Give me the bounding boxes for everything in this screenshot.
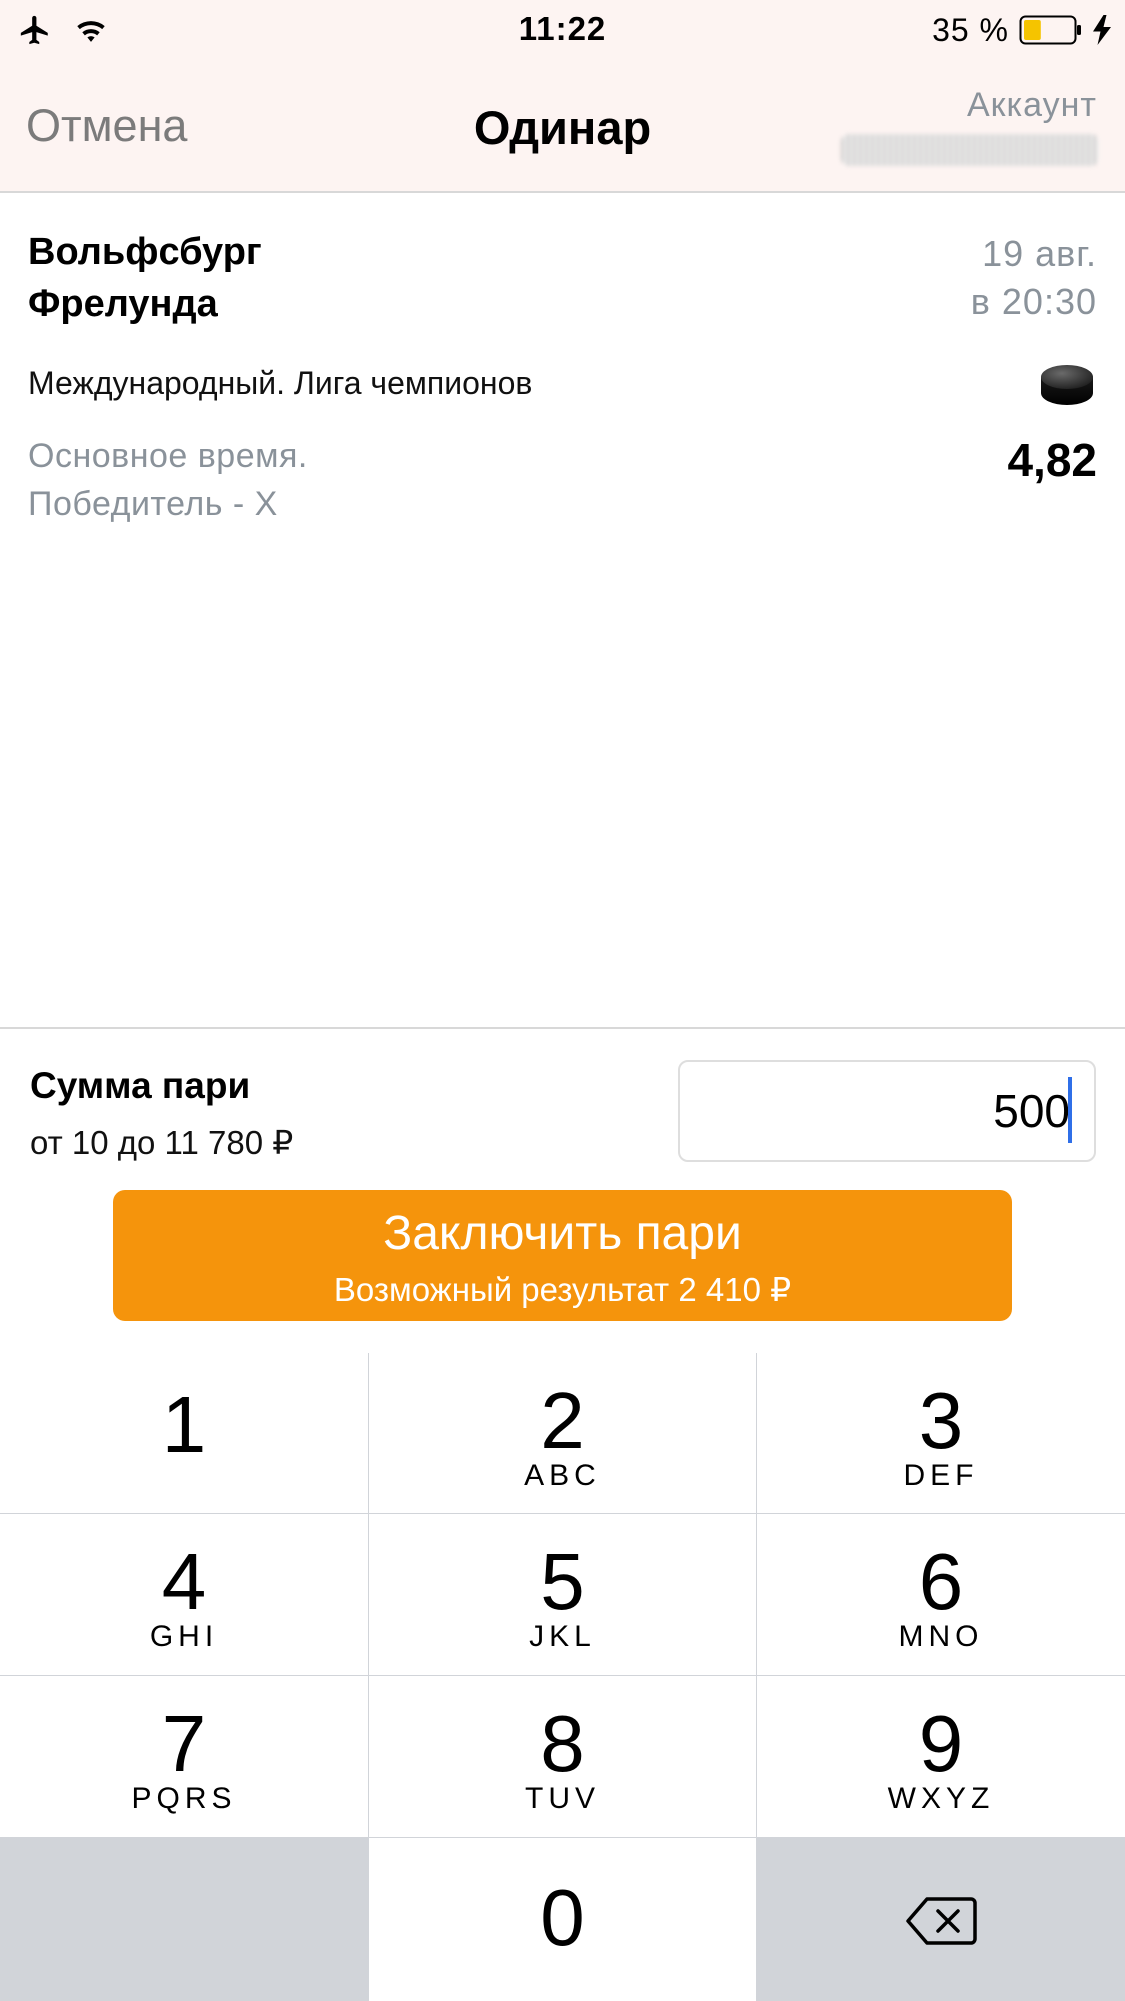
key-letters: GHI [149,1620,219,1653]
key-digit: 8 [540,1699,585,1788]
team-home: Вольфсбург [28,231,262,273]
key-digit: 7 [161,1699,207,1788]
battery-percent: 35 % [932,11,1009,48]
market-line-2: Победитель - X [28,485,278,523]
key-3[interactable]: 3 DEF [757,1353,1125,1513]
bet-slip-event: Вольфсбург Фрелунда 19 авг. в 20:30 Межд… [0,193,1125,1028]
key-digit: 1 [161,1380,207,1469]
key-digit: 0 [540,1873,585,1962]
key-letters: TUV [525,1782,600,1815]
key-digit: 4 [161,1537,207,1626]
event-time: в 20:30 [970,281,1097,322]
key-digit: 2 [540,1376,585,1465]
numeric-keypad: 1 2 ABC 3 DEF 4 GHI 5 JKL 6 MNO 7 PQRS 8… [0,1353,1125,2001]
status-bar: 11:22 35 % [0,0,1125,62]
possible-result: Возможный результат 2 410 ₽ [333,1271,792,1308]
event-date: 19 авг. [982,233,1097,274]
key-6[interactable]: 6 MNO [757,1514,1125,1675]
market-line-1: Основное время. [28,437,308,475]
charging-bolt-icon [1093,15,1111,45]
place-bet-button[interactable]: Заключить пари Возможный результат 2 410… [113,1190,1012,1321]
status-right: 35 % [932,10,1111,50]
odds-value: 4,82 [1007,434,1097,486]
stake-amount-input[interactable] [678,1060,1096,1162]
backspace-icon [906,1897,977,1945]
key-8[interactable]: 8 TUV [369,1676,756,1837]
key-4[interactable]: 4 GHI [0,1514,368,1675]
key-digit: 3 [918,1376,964,1465]
stake-section: Сумма пари от 10 до 11 780 ₽ Заключить п… [0,1027,1125,1353]
key-5[interactable]: 5 JKL [369,1514,756,1675]
key-2[interactable]: 2 ABC [369,1353,756,1513]
key-letters: WXYZ [887,1782,995,1815]
key-letters: ABC [524,1459,601,1492]
stake-title: Сумма пари [30,1065,251,1106]
key-0[interactable]: 0 [369,1838,756,2001]
key-9[interactable]: 9 WXYZ [757,1676,1125,1837]
team-away: Фрелунда [28,283,218,325]
key-letters: MNO [898,1620,984,1653]
stake-range: от 10 до 11 780 ₽ [30,1124,294,1161]
key-digit: 6 [918,1537,964,1626]
key-letters: DEF [903,1459,979,1492]
backspace-key[interactable] [757,1838,1125,2001]
text-caret [1068,1077,1072,1143]
key-blank [0,1838,368,2001]
hockey-puck-icon [1041,365,1093,405]
league-name: Международный. Лига чемпионов [28,365,533,401]
key-digit: 5 [540,1537,585,1626]
account-link[interactable]: Аккаунт [967,86,1097,125]
key-letters: JKL [529,1620,596,1653]
key-digit: 9 [918,1699,964,1788]
key-1[interactable]: 1 [0,1353,368,1513]
account-balance-redacted [841,134,1099,166]
key-7[interactable]: 7 PQRS [0,1676,368,1837]
key-letters: PQRS [131,1782,237,1815]
nav-bar: Отмена Одинар Аккаунт [0,62,1125,193]
place-bet-label: Заключить пари [383,1207,742,1260]
battery-icon [1019,15,1081,45]
